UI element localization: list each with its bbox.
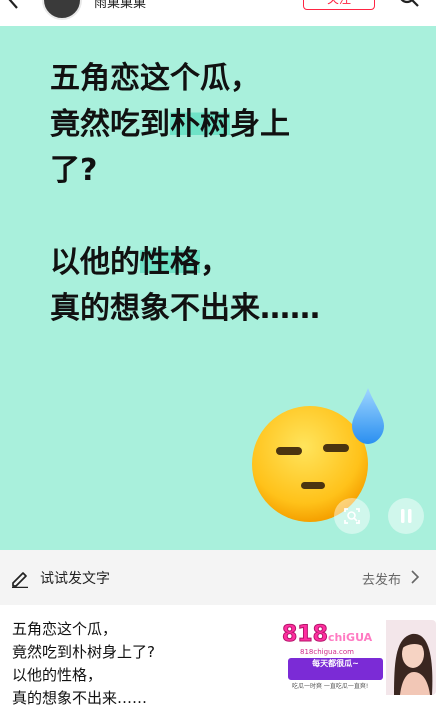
text-line-5: 真的想象不出来…… <box>50 291 320 326</box>
ad-logo: 818chiGUA <box>282 622 373 648</box>
post-image-text: 五角恋这个瓜， 竟然吃到朴树身上 了? 以他的性格， 真的想象不出来…… <box>50 56 320 332</box>
caption-line: 竟然吃到朴树身上了? <box>12 643 155 661</box>
username[interactable]: 雨菓菓菓 <box>94 0 146 11</box>
image-scan-button[interactable] <box>334 498 370 534</box>
compose-bar[interactable]: 试试发文字 去发布 <box>0 550 436 605</box>
follow-button[interactable]: 关注 <box>303 0 375 10</box>
ad-url: 818chigua.com <box>300 648 354 656</box>
scan-icon <box>344 508 360 524</box>
avatar[interactable] <box>42 0 82 20</box>
pause-button[interactable] <box>388 498 424 534</box>
post-image[interactable]: 五角恋这个瓜， 竟然吃到朴树身上 了? 以他的性格， 真的想象不出来…… <box>0 26 436 550</box>
pencil-icon <box>12 572 28 588</box>
text-line-4: 以他的性格， <box>50 245 230 280</box>
publish-link[interactable]: 去发布 <box>362 569 401 588</box>
highlight-xingge: 性格 <box>140 245 200 280</box>
watermark-ad[interactable]: 818chiGUA 818chigua.com 每天都很瓜~ 吃瓜一时爽 一直吃… <box>278 620 436 695</box>
ad-portrait-image <box>386 620 436 695</box>
search-icon[interactable] <box>398 0 420 8</box>
ad-slogan: 每天都很瓜~ <box>288 658 383 680</box>
compose-prompt[interactable]: 试试发文字 <box>40 568 110 588</box>
chevron-right-icon[interactable] <box>410 570 420 584</box>
top-bar: 雨菓菓菓 关注 <box>0 0 436 26</box>
back-arrow-icon[interactable] <box>4 0 24 10</box>
text-line-2: 竟然吃到朴树身上 <box>50 107 290 142</box>
text-line-3: 了? <box>50 153 98 188</box>
pause-icon <box>401 509 412 523</box>
caption-line: 真的想象不出来…… <box>12 689 148 707</box>
text-line-1: 五角恋这个瓜， <box>50 61 260 96</box>
ad-subtitle: 吃瓜一时爽 一直吃瓜一直爽! <box>292 683 369 690</box>
caption-line: 以他的性格， <box>12 666 103 684</box>
post-caption: 五角恋这个瓜， 竟然吃到朴树身上了? 以他的性格， 真的想象不出来…… <box>12 618 277 710</box>
caption-line: 五角恋这个瓜， <box>12 620 118 638</box>
highlight-pushu: 朴树 <box>170 107 230 142</box>
